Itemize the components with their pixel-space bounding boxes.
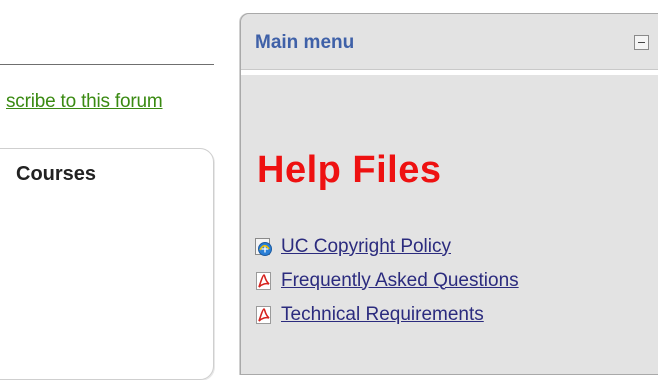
uc-copyright-policy-link[interactable]: UC Copyright Policy bbox=[281, 236, 451, 258]
main-menu-block: Main menu Help Files UC Copyright Policy… bbox=[240, 13, 658, 375]
list-item[interactable]: UC Copyright Policy bbox=[255, 233, 519, 260]
header-separator bbox=[241, 69, 658, 75]
help-files-heading: Help Files bbox=[257, 149, 442, 191]
main-menu-header: Main menu bbox=[241, 14, 658, 68]
pdf-icon bbox=[256, 305, 271, 324]
courses-title: Courses bbox=[16, 163, 97, 185]
faq-link[interactable]: Frequently Asked Questions bbox=[281, 270, 519, 292]
pdf-icon bbox=[256, 271, 271, 290]
technical-requirements-link[interactable]: Technical Requirements bbox=[281, 304, 484, 326]
list-item[interactable]: Frequently Asked Questions bbox=[255, 267, 519, 294]
collapse-icon[interactable] bbox=[634, 35, 649, 50]
main-menu-title: Main menu bbox=[255, 32, 355, 53]
help-files-list: UC Copyright Policy Frequently Asked Que… bbox=[255, 233, 519, 335]
unsubscribe-forum-link[interactable]: scribe to this forum bbox=[6, 91, 163, 113]
divider-rule bbox=[0, 64, 214, 65]
list-item[interactable]: Technical Requirements bbox=[255, 301, 519, 328]
web-link-icon bbox=[255, 237, 272, 256]
